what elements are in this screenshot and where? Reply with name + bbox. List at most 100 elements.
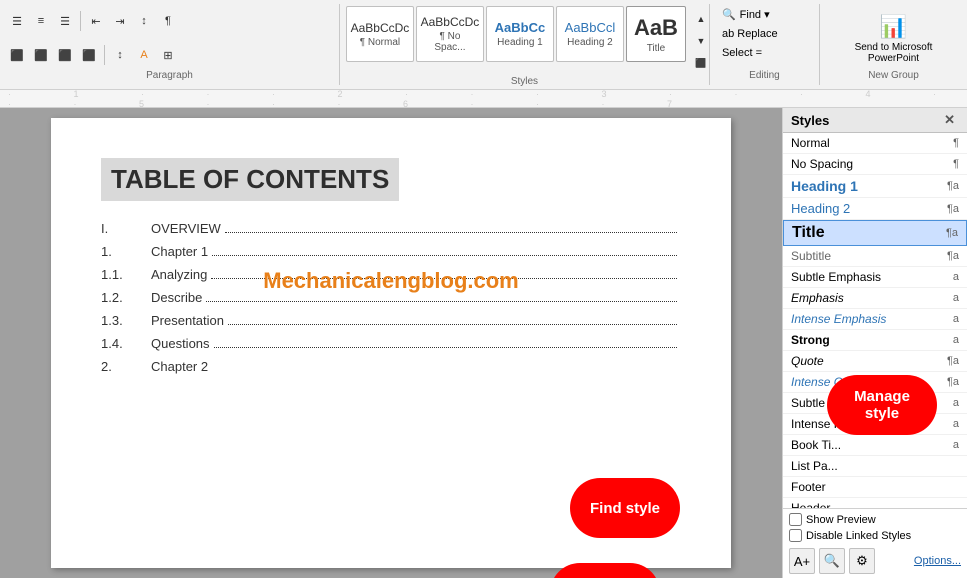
find-label: Find ▾	[740, 8, 770, 21]
nospace-label: ¶ No Spac...	[423, 31, 477, 53]
select-label: Select =	[722, 47, 762, 59]
styles-list[interactable]: Normal ¶ No Spacing ¶ Heading 1 ¶a Headi…	[783, 133, 967, 508]
style-item-list-para[interactable]: List Pa...	[783, 456, 967, 477]
style-icon: ¶	[953, 158, 959, 170]
style-name: Emphasis	[791, 291, 949, 305]
find-style-label: Find style	[590, 500, 660, 517]
editing-section: 🔍 Find ▾ ab Replace Select = Editing	[710, 4, 820, 85]
toc-dots	[228, 324, 677, 325]
style-item-strong[interactable]: Strong a	[783, 330, 967, 351]
toc-text: Describe	[151, 290, 202, 305]
toc-num: 1.1.	[101, 267, 151, 282]
toolbar: ☰ ≡ ☰ ⇤ ⇥ ↕ ¶ ⬛ ⬛ ⬛ ⬛ ↕ A ⊞ Paragraph	[0, 0, 967, 90]
style-nospace-btn[interactable]: AaBbCcDc ¶ No Spac...	[416, 6, 484, 62]
find-icon: 🔍	[722, 8, 736, 21]
style-normal-btn[interactable]: AaBbCcDc ¶ Normal	[346, 6, 414, 62]
styles-down-btn[interactable]: ▼	[690, 30, 712, 52]
newgroup-section: 📊 Send to Microsoft PowerPoint New Group	[820, 4, 967, 85]
h2-label: Heading 2	[567, 37, 613, 48]
editing-controls: 🔍 Find ▾ ab Replace Select =	[716, 6, 813, 70]
style-item-intense-emphasis[interactable]: Intense Emphasis a	[783, 309, 967, 330]
options-link-btn[interactable]: Options...	[914, 555, 961, 567]
shading-btn[interactable]: A	[133, 44, 155, 66]
powerpoint-btn[interactable]: 📊 Send to Microsoft PowerPoint	[826, 10, 961, 68]
sort-btn[interactable]: ↕	[133, 10, 155, 32]
replace-btn[interactable]: ab Replace	[716, 26, 784, 42]
style-item-footer[interactable]: Footer	[783, 477, 967, 498]
style-item-normal[interactable]: Normal ¶	[783, 133, 967, 154]
toc-text: Analyzing	[151, 267, 207, 282]
main-area: TABLE OF CONTENTS Mechanicalengblog.com …	[0, 108, 967, 578]
style-item-title[interactable]: Title ¶a	[783, 220, 967, 246]
show-preview-checkbox[interactable]: Show Preview	[789, 513, 961, 526]
find-style-bubble[interactable]: Find style	[570, 478, 680, 538]
new-style-btn[interactable]: A+	[789, 548, 815, 574]
title-preview: AaB	[634, 15, 678, 41]
show-formatting-btn[interactable]: ¶	[157, 10, 179, 32]
style-item-heading1[interactable]: Heading 1 ¶a	[783, 175, 967, 198]
disable-linked-label: Disable Linked Styles	[806, 530, 911, 542]
multilevel-btn[interactable]: ☰	[54, 10, 76, 32]
line-spacing-btn[interactable]: ↕	[109, 44, 131, 66]
align-right-btn[interactable]: ⬛	[54, 44, 76, 66]
style-title-btn[interactable]: AaB Title	[626, 6, 686, 62]
manage-style-label: Manage style	[854, 388, 910, 422]
align-left-btn[interactable]: ⬛	[6, 44, 28, 66]
disable-linked-input[interactable]	[789, 529, 802, 542]
toc-num: I.	[101, 221, 151, 236]
style-item-subtitle[interactable]: Subtitle ¶a	[783, 246, 967, 267]
bullets-btn[interactable]: ☰	[6, 10, 28, 32]
footer-icon-buttons: A+ 🔍 ⚙	[789, 548, 875, 574]
style-item-emphasis[interactable]: Emphasis a	[783, 288, 967, 309]
styles-up-btn[interactable]: ▲	[690, 8, 712, 30]
style-item-header[interactable]: Header	[783, 498, 967, 508]
toc-text: Questions	[151, 336, 210, 351]
toc-dots	[225, 232, 677, 233]
show-preview-input[interactable]	[789, 513, 802, 526]
style-icon: ¶a	[946, 227, 958, 239]
style-name: Footer	[791, 480, 955, 494]
style-item-nospacing[interactable]: No Spacing ¶	[783, 154, 967, 175]
styles-expand-btn[interactable]: ⬛	[690, 52, 712, 74]
toc-dots	[211, 278, 677, 279]
editing-label: Editing	[716, 70, 813, 83]
toc-dots	[214, 347, 677, 348]
manage-style-bubble[interactable]: Manage style	[827, 375, 937, 435]
paragraph-label: Paragraph	[6, 70, 333, 83]
divider	[104, 45, 105, 65]
toc-num: 1.3.	[101, 313, 151, 328]
toc-heading: TABLE OF CONTENTS	[101, 158, 399, 201]
style-icon: ¶a	[947, 355, 959, 367]
inspect-style-btn[interactable]: 🔍	[819, 548, 845, 574]
document-area[interactable]: TABLE OF CONTENTS Mechanicalengblog.com …	[0, 108, 782, 578]
h1-preview: AaBbCc	[495, 20, 546, 35]
disable-linked-checkbox[interactable]: Disable Linked Styles	[789, 529, 961, 542]
style-item-book-title[interactable]: Book Ti... a	[783, 435, 967, 456]
style-h1-btn[interactable]: AaBbCc Heading 1	[486, 6, 554, 62]
style-name: Strong	[791, 333, 949, 347]
ruler: · 1 · · · 2 · · · 3 · · · 4 · · · 5 · · …	[0, 90, 967, 108]
style-item-subtle-emphasis[interactable]: Subtle Emphasis a	[783, 267, 967, 288]
justify-btn[interactable]: ⬛	[78, 44, 100, 66]
style-item-heading2[interactable]: Heading 2 ¶a	[783, 198, 967, 220]
style-icon: a	[953, 439, 959, 451]
style-item-quote[interactable]: Quote ¶a	[783, 351, 967, 372]
manage-styles-btn[interactable]: ⚙	[849, 548, 875, 574]
styles-panel-close-btn[interactable]: ✕	[940, 112, 959, 128]
divider	[80, 11, 81, 31]
decrease-indent-btn[interactable]: ⇤	[85, 10, 107, 32]
style-name: Header	[791, 501, 955, 508]
increase-indent-btn[interactable]: ⇥	[109, 10, 131, 32]
style-h2-btn[interactable]: AaBbCcl Heading 2	[556, 6, 624, 62]
select-btn[interactable]: Select =	[716, 45, 768, 61]
style-name: Normal	[791, 136, 949, 150]
borders-btn[interactable]: ⊞	[157, 44, 179, 66]
numbering-btn[interactable]: ≡	[30, 10, 52, 32]
inspect-icon: 🔍	[824, 553, 840, 569]
find-btn[interactable]: 🔍 Find ▾	[716, 6, 776, 23]
replace-label: ab Replace	[722, 28, 778, 40]
footer-options: Show Preview Disable Linked Styles	[789, 513, 961, 542]
newgroup-label: New Group	[826, 70, 961, 83]
align-center-btn[interactable]: ⬛	[30, 44, 52, 66]
style-name: Quote	[791, 354, 943, 368]
